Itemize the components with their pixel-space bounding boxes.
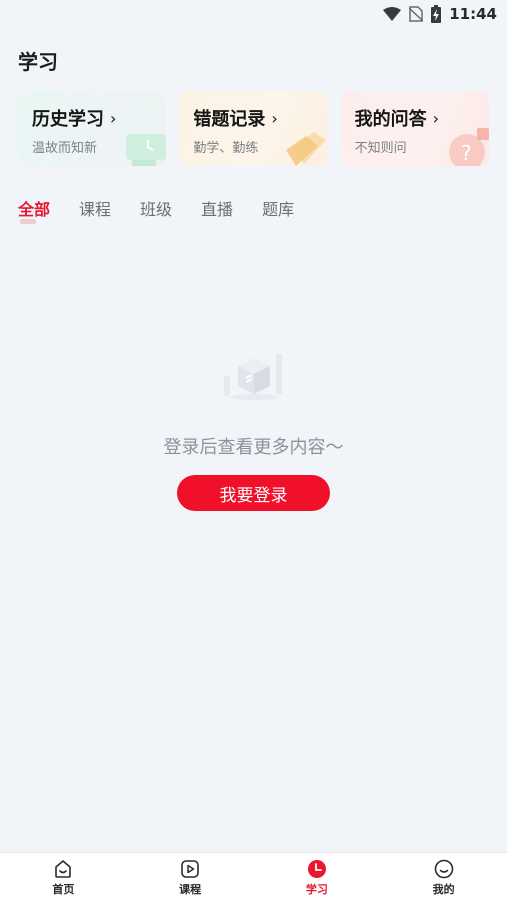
nav-mine-label: 我的 xyxy=(432,883,455,896)
qa-card[interactable]: 我的问答 › 不知则问 ? xyxy=(340,91,489,166)
chevron-right-icon: › xyxy=(432,108,440,128)
filter-tabs: 全部 课程 班级 直播 题库 xyxy=(18,196,323,224)
quick-cards: 历史学习 › 温故而知新 错题记录 › 勤学、勤练 我的问答 › 不知则问 ? xyxy=(18,91,489,166)
nav-courses-label: 课程 xyxy=(179,883,202,896)
tab-question-bank[interactable]: 题库 xyxy=(262,196,294,220)
question-bubble-icon: ? xyxy=(448,128,489,166)
status-bar: 11:44 xyxy=(0,0,507,28)
nav-courses[interactable]: 课程 xyxy=(127,853,254,901)
nav-home[interactable]: 首页 xyxy=(0,853,127,901)
empty-message: 登录后查看更多内容～ xyxy=(163,437,344,458)
history-card-title: 历史学习 xyxy=(32,109,104,130)
page-title: 学习 xyxy=(18,50,58,74)
svg-text:?: ? xyxy=(461,141,472,165)
home-icon xyxy=(55,860,72,878)
chevron-right-icon: › xyxy=(110,108,117,128)
clock-icon xyxy=(307,860,326,878)
nav-study-label: 学习 xyxy=(305,883,328,896)
wifi-icon xyxy=(383,7,402,21)
nav-study[interactable]: 学习 xyxy=(254,853,381,901)
login-button[interactable]: 我要登录 xyxy=(177,475,330,511)
mistakes-card[interactable]: 错题记录 › 勤学、勤练 xyxy=(179,91,328,166)
history-card[interactable]: 历史学习 › 温故而知新 xyxy=(18,91,167,166)
play-icon xyxy=(181,860,199,878)
chevron-right-icon: › xyxy=(271,108,278,128)
qa-card-title: 我的问答 xyxy=(354,109,427,130)
tab-classes[interactable]: 班级 xyxy=(140,196,172,220)
tab-courses[interactable]: 课程 xyxy=(79,196,111,220)
monitor-clock-icon xyxy=(126,134,167,166)
nav-mine[interactable]: 我的 xyxy=(380,853,507,901)
mistakes-card-title: 错题记录 xyxy=(193,109,266,130)
no-sim-icon xyxy=(409,6,424,22)
status-time: 11:44 xyxy=(449,5,497,23)
paper-note-icon xyxy=(285,132,326,166)
tab-live[interactable]: 直播 xyxy=(201,196,233,220)
tab-all[interactable]: 全部 xyxy=(18,196,50,224)
battery-charging-icon xyxy=(431,5,442,23)
nav-home-label: 首页 xyxy=(52,883,75,896)
empty-box-icon xyxy=(224,354,282,400)
bottom-nav: 首页 课程 学习 我的 xyxy=(0,852,507,901)
smile-icon xyxy=(434,859,453,879)
